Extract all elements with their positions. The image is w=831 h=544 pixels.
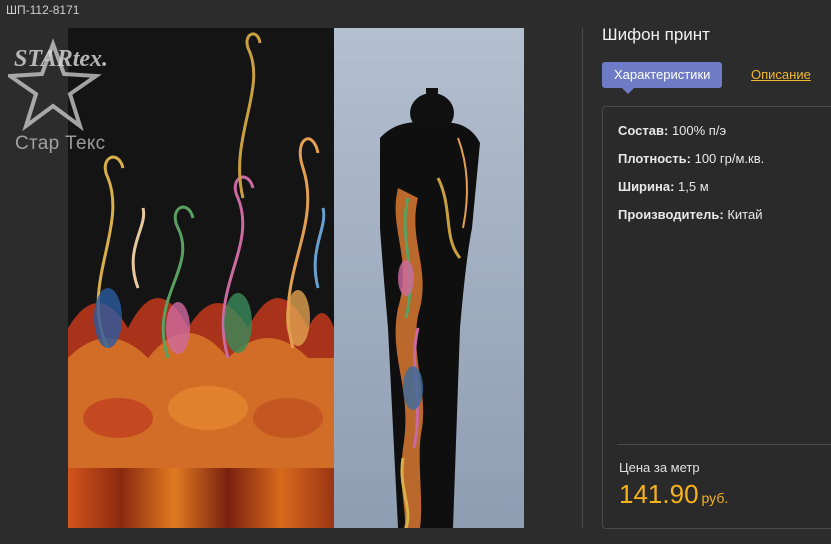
product-sku: ШП-112-8171 (6, 3, 80, 17)
specs-panel: Состав: 100% п/э Плотность: 100 гр/м.кв.… (602, 106, 831, 529)
logo-caption: Стар Текс (15, 133, 106, 154)
price-value: 141.90 (619, 479, 699, 509)
price-currency: руб. (701, 490, 729, 506)
tab-characteristics[interactable]: Характеристики (602, 62, 723, 94)
spec-label: Плотность: (618, 151, 691, 166)
spec-density: Плотность: 100 гр/м.кв. (618, 151, 764, 166)
product-title: Шифон принт (602, 25, 710, 44)
tab-description[interactable]: Описание (751, 67, 811, 82)
spec-value: 100% п/э (671, 123, 727, 138)
spec-manufacturer: Производитель: Китай (618, 207, 762, 222)
spec-label: Производитель: (618, 207, 724, 222)
spec-value: 100 гр/м.кв. (694, 151, 765, 166)
spec-value: Китай (727, 207, 763, 222)
spec-value: 1,5 м (678, 179, 709, 194)
spec-composition: Состав: 100% п/э (618, 123, 726, 138)
star-logo-icon: STARtex. (4, 38, 108, 132)
logo-brand-text: STARtex. (14, 46, 108, 72)
vertical-divider (582, 28, 583, 528)
price-label: Цена за метр (619, 460, 700, 475)
spec-label: Состав: (618, 123, 669, 138)
spec-width: Ширина: 1,5 м (618, 179, 709, 194)
price-divider (617, 444, 831, 445)
price: 141.90 руб. (619, 479, 728, 510)
spec-label: Ширина: (618, 179, 675, 194)
